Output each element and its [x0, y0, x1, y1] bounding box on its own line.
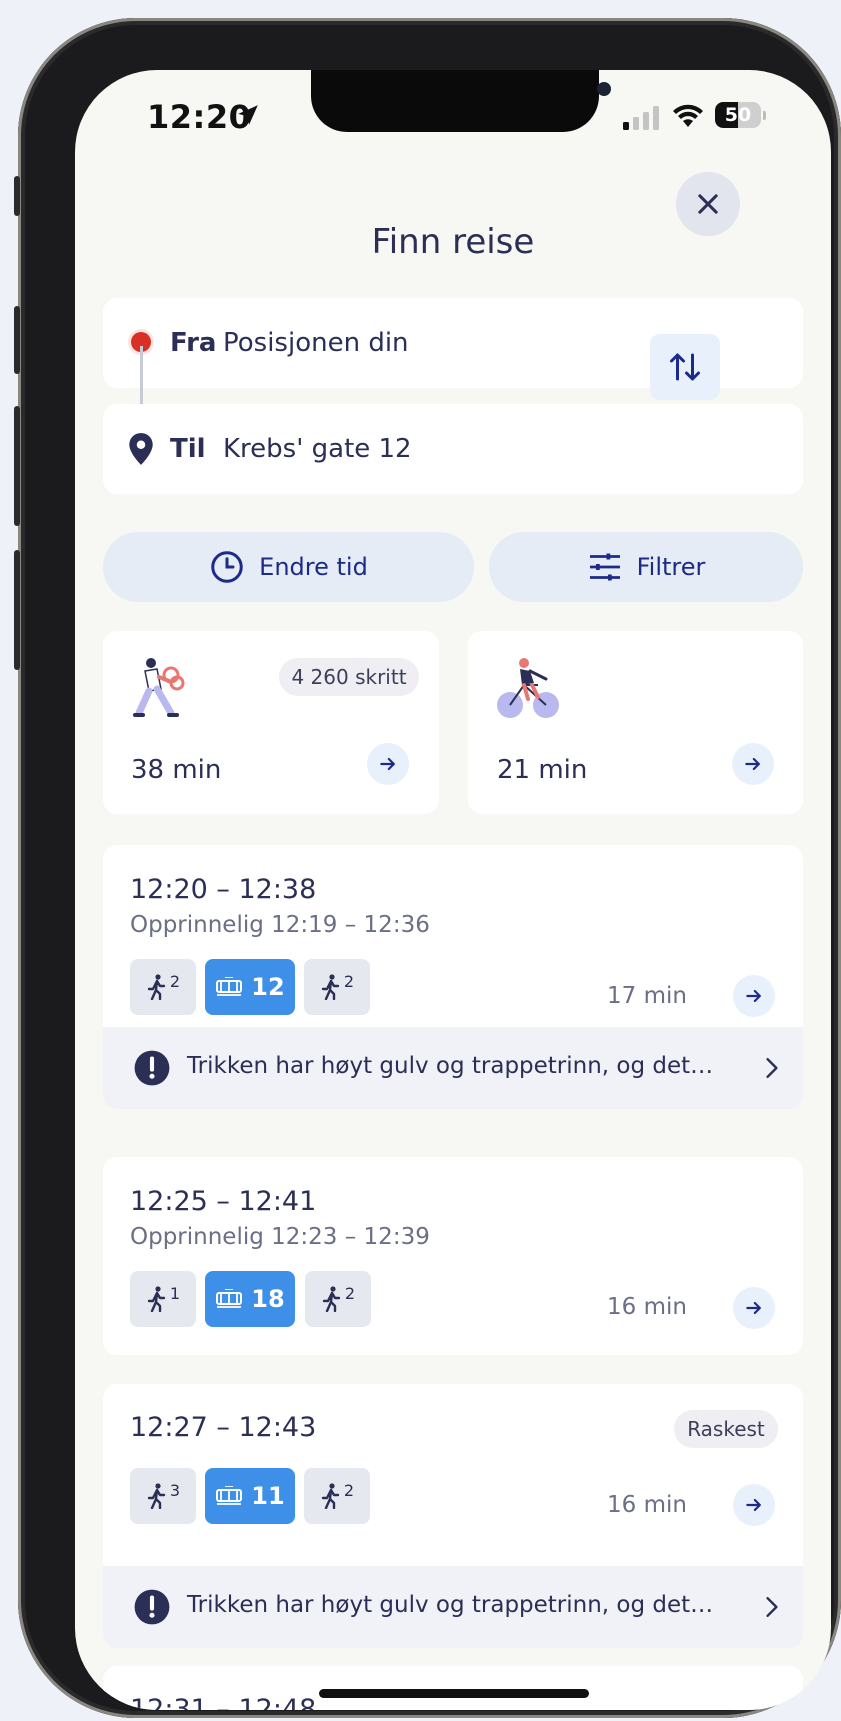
trip-card[interactable]: 12:31 – 12:48 [103, 1666, 803, 1710]
bike-go-button[interactable] [732, 743, 774, 785]
tram-leg: 18 [205, 1271, 295, 1327]
bike-option-card[interactable]: 21 min [468, 631, 803, 814]
to-label: Til [170, 434, 206, 464]
battery-icon: 50 [715, 102, 766, 130]
tram-icon [216, 1486, 243, 1505]
volume-up-button [14, 306, 20, 374]
walk-icon [322, 1286, 341, 1312]
fastest-badge: Raskest [674, 1410, 778, 1448]
chevron-right-icon [766, 1596, 778, 1618]
from-value: Posisjonen din [223, 328, 409, 358]
camera-icon [597, 82, 611, 96]
tram-leg: 11 [205, 1468, 295, 1524]
walk-icon [147, 1483, 166, 1509]
warning-icon [134, 1589, 170, 1625]
to-value: Krebs' gate 12 [223, 434, 412, 464]
trip-original-time: Opprinnelig 12:19 – 12:36 [130, 912, 430, 938]
trip-card[interactable]: 12:27 – 12:43 Raskest 3 11 2 16 min [103, 1384, 803, 1566]
walk-leg: 2 [304, 959, 370, 1015]
notice-text: Trikken har høyt gulv og trappetrinn, og… [187, 1053, 714, 1079]
wifi-icon [673, 104, 703, 127]
walk-icon [147, 1286, 166, 1312]
location-arrow-icon [238, 105, 258, 125]
situation-notice[interactable]: Trikken har høyt gulv og trappetrinn, og… [103, 1027, 803, 1109]
arrow-right-icon [380, 757, 395, 771]
volume-down-button [14, 406, 20, 526]
walk-icon [321, 974, 340, 1000]
trip-original-time: Opprinnelig 12:23 – 12:39 [130, 1224, 430, 1250]
tram-line-number: 12 [251, 973, 285, 1001]
to-field[interactable]: Til Krebs' gate 12 [103, 404, 803, 494]
tram-line-number: 18 [251, 1285, 285, 1313]
walk-go-button[interactable] [367, 743, 409, 785]
trip-duration: 16 min [607, 1294, 687, 1320]
step-count-badge: 4 260 skritt [279, 658, 419, 696]
close-button[interactable] [676, 172, 740, 236]
walk-minutes: 2 [344, 1283, 356, 1303]
phone-frame: 12:20 50 Finn reise Fra Posisjonen din T… [14, 18, 841, 1718]
trip-duration: 16 min [607, 1492, 687, 1518]
from-label: Fra [170, 328, 217, 358]
battery-level: 50 [724, 104, 752, 126]
clock-icon [211, 551, 243, 583]
filter-label: Filtrer [636, 553, 706, 581]
walk-leg: 1 [130, 1271, 196, 1327]
trip-time: 12:31 – 12:48 [130, 1694, 317, 1710]
trip-go-button[interactable] [733, 1484, 775, 1526]
change-time-label: Endre tid [259, 553, 368, 581]
trip-go-button[interactable] [733, 975, 775, 1017]
trip-time: 12:20 – 12:38 [130, 874, 317, 905]
home-indicator[interactable] [319, 1689, 589, 1698]
walk-leg: 3 [130, 1468, 196, 1524]
notice-text: Trikken har høyt gulv og trappetrinn, og… [187, 1592, 714, 1618]
bike-duration: 21 min [497, 755, 588, 785]
situation-notice[interactable]: Trikken har høyt gulv og trappetrinn, og… [103, 1566, 803, 1648]
trip-card[interactable]: 12:20 – 12:38 Opprinnelig 12:19 – 12:36 … [103, 845, 803, 1027]
destination-pin-icon [129, 433, 153, 465]
tram-line-number: 11 [251, 1482, 285, 1510]
tram-icon [216, 977, 243, 996]
arrow-right-icon [746, 1301, 761, 1315]
trip-time: 12:27 – 12:43 [130, 1412, 317, 1443]
notch [311, 70, 611, 132]
app-screen: 12:20 50 Finn reise Fra Posisjonen din T… [75, 70, 831, 1710]
change-time-button[interactable]: Endre tid [103, 532, 474, 602]
walk-minutes: 1 [169, 1283, 181, 1303]
walk-icon [147, 974, 166, 1000]
warning-icon [134, 1050, 170, 1086]
chevron-right-icon [766, 1057, 778, 1079]
tram-icon [216, 1289, 243, 1308]
trip-time: 12:25 – 12:41 [130, 1186, 317, 1217]
swap-icon [670, 353, 700, 381]
arrow-right-icon [745, 757, 760, 771]
trip-card[interactable]: 12:25 – 12:41 Opprinnelig 12:23 – 12:39 … [103, 1157, 803, 1355]
arrow-right-icon [746, 1498, 761, 1512]
swap-button[interactable] [650, 334, 720, 400]
walk-icon [321, 1483, 340, 1509]
cyclist-icon [497, 658, 559, 718]
walk-minutes: 2 [343, 1480, 355, 1500]
close-icon [698, 194, 718, 214]
walk-minutes: 2 [343, 971, 355, 991]
walk-minutes: 3 [169, 1480, 181, 1500]
filter-button[interactable]: Filtrer [489, 532, 803, 602]
walk-leg: 2 [130, 959, 196, 1015]
walking-person-icon [133, 658, 185, 717]
trip-go-button[interactable] [733, 1287, 775, 1329]
tram-leg: 12 [205, 959, 295, 1015]
walk-duration: 38 min [131, 755, 222, 785]
signal-icon [623, 106, 659, 130]
side-button [14, 550, 20, 670]
walk-leg: 2 [304, 1468, 370, 1524]
walk-leg: 2 [305, 1271, 371, 1327]
mute-switch [14, 176, 20, 216]
trip-duration: 17 min [607, 983, 687, 1009]
filter-icon [589, 553, 620, 581]
arrow-right-icon [746, 989, 761, 1003]
walk-option-card[interactable]: 4 260 skritt 38 min [103, 631, 439, 814]
walk-minutes: 2 [169, 971, 181, 991]
